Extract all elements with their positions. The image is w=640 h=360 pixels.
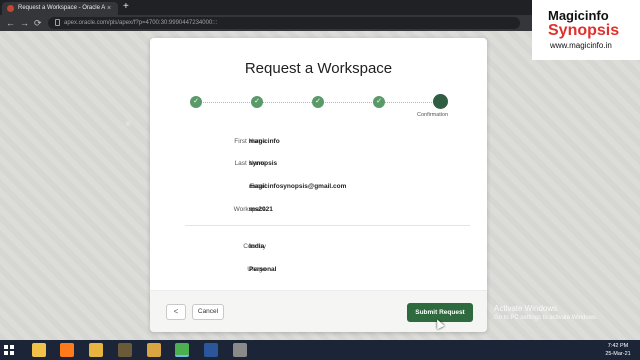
word-icon[interactable] bbox=[204, 343, 218, 357]
back-button[interactable]: ← bbox=[6, 17, 15, 29]
step-3-check-icon: ✓ bbox=[312, 96, 324, 108]
paint-icon[interactable] bbox=[233, 343, 247, 357]
step-5-current bbox=[433, 94, 448, 109]
card-footer: < Cancel Submit Request bbox=[150, 290, 487, 332]
tab-close-icon[interactable]: × bbox=[107, 2, 111, 15]
step-1-check-icon: ✓ bbox=[190, 96, 202, 108]
lock-icon bbox=[55, 19, 60, 26]
system-clock[interactable]: 7:42 PM 25-Mar-21 bbox=[598, 342, 638, 358]
section-divider bbox=[185, 225, 470, 226]
activate-title: Activate Windows bbox=[494, 304, 558, 313]
workspace-value: ms2021 bbox=[249, 206, 273, 213]
tab-title: Request a Workspace - Oracle A bbox=[18, 5, 106, 11]
chrome-icon[interactable] bbox=[175, 343, 189, 357]
first-name-row: First Name magicinfo bbox=[150, 138, 487, 150]
media-icon[interactable] bbox=[118, 343, 132, 357]
step-4-check-icon: ✓ bbox=[373, 96, 385, 108]
step-2-check-icon: ✓ bbox=[251, 96, 263, 108]
oracle-favicon-icon bbox=[7, 5, 14, 12]
previous-button[interactable]: < bbox=[166, 304, 186, 320]
usage-value: Personal bbox=[249, 266, 277, 273]
workspace-row: Workspace ms2021 bbox=[150, 206, 487, 218]
clock-date: 25-Mar-21 bbox=[605, 351, 631, 357]
logo-line-2: Synopsis bbox=[548, 22, 620, 39]
last-name-row: Last Name synopsis bbox=[150, 160, 487, 172]
logo-line-1: Magicinfo bbox=[548, 8, 609, 23]
activate-subtitle: Go to PC settings to activate Windows. bbox=[494, 315, 598, 321]
clock-time: 7:42 PM bbox=[607, 343, 629, 349]
page-title: Request a Workspace bbox=[244, 60, 393, 77]
usage-row: Usage Personal bbox=[150, 266, 487, 278]
country-row: Country India bbox=[150, 243, 487, 255]
file-explorer-icon[interactable] bbox=[32, 343, 46, 357]
firefox-icon[interactable] bbox=[60, 343, 74, 357]
wizard-progress: ✓ ✓ ✓ ✓ Confirmation bbox=[185, 94, 455, 124]
first-name-value: magicinfo bbox=[249, 138, 280, 145]
email-value: magicinfosynopsis@gmail.com bbox=[249, 183, 347, 190]
reload-button[interactable]: ⟳ bbox=[34, 17, 42, 29]
cancel-button[interactable]: Cancel bbox=[192, 304, 224, 320]
taskbar: 7:42 PM 25-Mar-21 bbox=[0, 340, 640, 360]
browser-tab[interactable]: Request a Workspace - Oracle A × bbox=[2, 2, 118, 15]
forward-button[interactable]: → bbox=[20, 17, 29, 29]
current-step-label: Confirmation bbox=[417, 112, 449, 118]
request-workspace-card: Request a Workspace ✓ ✓ ✓ ✓ Confirmation… bbox=[150, 38, 487, 332]
activate-windows-notice: Activate Windows Go to PC settings to ac… bbox=[494, 304, 598, 321]
last-name-value: synopsis bbox=[249, 160, 278, 167]
folder-icon[interactable] bbox=[89, 343, 103, 357]
windows-start-icon[interactable] bbox=[4, 345, 14, 355]
magicinfo-logo: Magicinfo Synopsis www.magicinfo.in bbox=[532, 0, 640, 60]
logo-website: www.magicinfo.in bbox=[550, 41, 612, 50]
country-value: India bbox=[249, 243, 265, 250]
archive-icon[interactable] bbox=[147, 343, 161, 357]
email-row: Email magicinfosynopsis@gmail.com bbox=[150, 183, 487, 195]
new-tab-button[interactable]: + bbox=[123, 1, 129, 13]
address-bar[interactable]: apex.oracle.com/pls/apex/f?p=4700:30:999… bbox=[48, 17, 520, 29]
